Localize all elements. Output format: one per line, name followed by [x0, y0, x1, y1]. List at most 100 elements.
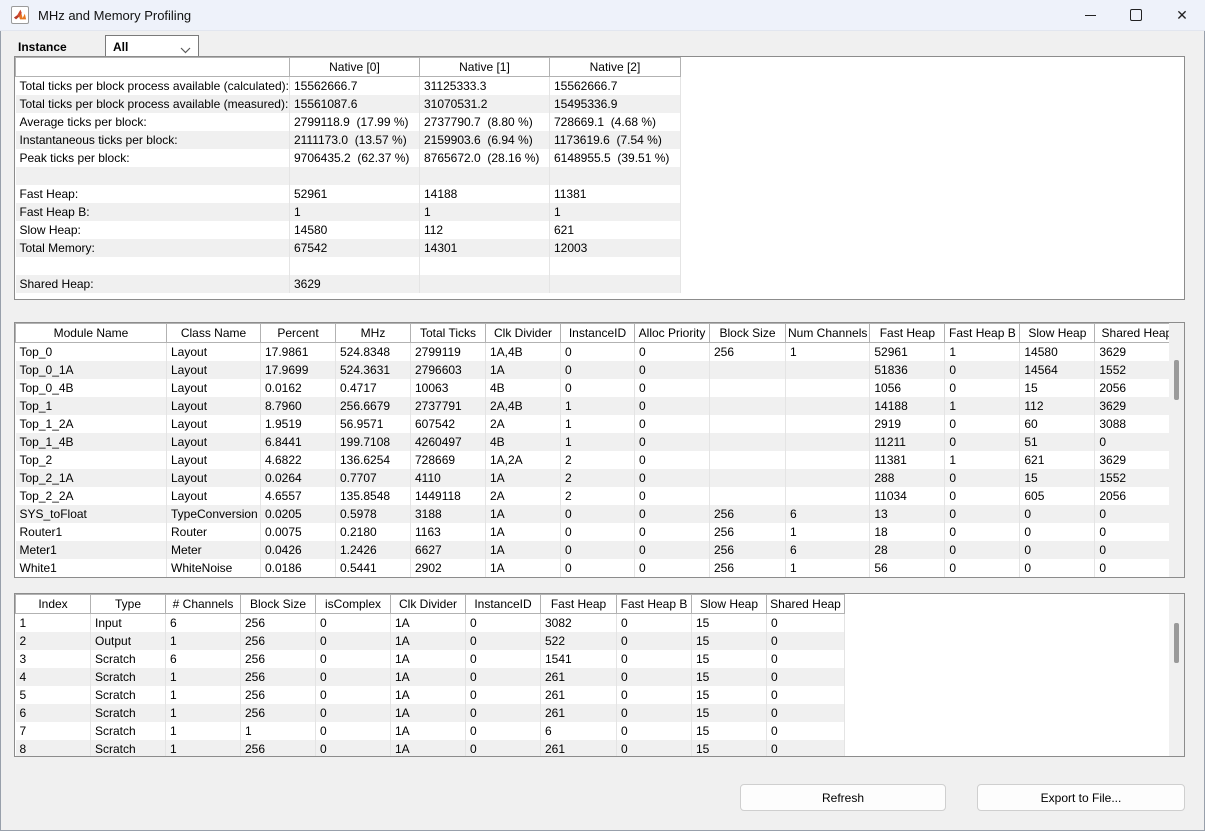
- cell[interactable]: 3082: [541, 614, 617, 632]
- cell[interactable]: [786, 361, 870, 379]
- cell[interactable]: 256: [241, 740, 316, 758]
- cell[interactable]: 0: [945, 415, 1020, 433]
- cell[interactable]: 4.6557: [261, 487, 336, 505]
- cell[interactable]: 112: [419, 221, 549, 239]
- cell[interactable]: [786, 397, 870, 415]
- cell[interactable]: 0: [316, 668, 391, 686]
- cell[interactable]: 13: [870, 505, 945, 523]
- cell[interactable]: 1A: [486, 505, 561, 523]
- cell[interactable]: 0.0426: [261, 541, 336, 559]
- cell[interactable]: 1: [561, 433, 635, 451]
- cell[interactable]: 0: [767, 722, 845, 740]
- cell[interactable]: 2A: [486, 487, 561, 505]
- cell[interactable]: 261: [541, 668, 617, 686]
- cell[interactable]: 15: [692, 722, 767, 740]
- cell[interactable]: 5: [16, 686, 91, 704]
- cell[interactable]: Input: [91, 614, 166, 632]
- cell[interactable]: 1552: [1095, 361, 1179, 379]
- cell[interactable]: 11381: [870, 451, 945, 469]
- cell[interactable]: [710, 397, 786, 415]
- cell[interactable]: 0: [945, 523, 1020, 541]
- cell[interactable]: 256: [710, 541, 786, 559]
- cell[interactable]: Top_0_4B: [16, 379, 167, 397]
- scrollbar-thumb[interactable]: [1174, 360, 1179, 400]
- cell[interactable]: 0: [635, 415, 710, 433]
- cell[interactable]: 4260497: [411, 433, 486, 451]
- cell[interactable]: 6.8441: [261, 433, 336, 451]
- cell[interactable]: 0: [617, 632, 692, 650]
- cell[interactable]: 0: [635, 523, 710, 541]
- cell[interactable]: Scratch: [91, 740, 166, 758]
- cell[interactable]: 6: [786, 541, 870, 559]
- cell[interactable]: 1449118: [411, 487, 486, 505]
- cell[interactable]: Total Memory:: [16, 239, 290, 257]
- cell[interactable]: 31125333.3: [419, 77, 549, 95]
- minimize-button[interactable]: [1067, 0, 1113, 30]
- cell[interactable]: [710, 379, 786, 397]
- cell[interactable]: Output: [91, 632, 166, 650]
- cell[interactable]: 2796603: [411, 361, 486, 379]
- cell[interactable]: Meter: [167, 541, 261, 559]
- cell[interactable]: 2056: [1095, 379, 1179, 397]
- cell[interactable]: 2: [561, 469, 635, 487]
- cell[interactable]: 6: [541, 722, 617, 740]
- instance-select[interactable]: All: [105, 35, 199, 58]
- cell[interactable]: Fast Heap:: [16, 185, 290, 203]
- cell[interactable]: 1A: [391, 668, 466, 686]
- cell[interactable]: 0.4717: [336, 379, 411, 397]
- cell[interactable]: 56.9571: [336, 415, 411, 433]
- cell[interactable]: 60: [1020, 415, 1095, 433]
- cell[interactable]: [289, 167, 419, 185]
- cell[interactable]: 0.7707: [336, 469, 411, 487]
- cell[interactable]: 0: [1095, 505, 1179, 523]
- cell[interactable]: 8765672.0 (28.16 %): [419, 149, 549, 167]
- cell[interactable]: 1A: [391, 650, 466, 668]
- cell[interactable]: 1: [166, 668, 241, 686]
- cell[interactable]: 4B: [486, 433, 561, 451]
- cell[interactable]: [710, 361, 786, 379]
- cell[interactable]: 0: [1020, 541, 1095, 559]
- cell[interactable]: 0: [767, 650, 845, 668]
- cell[interactable]: [419, 257, 549, 275]
- cell[interactable]: 1: [419, 203, 549, 221]
- cell[interactable]: 18: [870, 523, 945, 541]
- cell[interactable]: 1163: [411, 523, 486, 541]
- cell[interactable]: 0: [617, 614, 692, 632]
- cell[interactable]: 0: [767, 668, 845, 686]
- cell[interactable]: [549, 275, 680, 293]
- cell[interactable]: 4110: [411, 469, 486, 487]
- cell[interactable]: 0: [617, 740, 692, 758]
- cell[interactable]: 0: [316, 650, 391, 668]
- cell[interactable]: 15: [692, 686, 767, 704]
- cell[interactable]: 256: [710, 559, 786, 577]
- cell[interactable]: 261: [541, 740, 617, 758]
- cell[interactable]: Top_1_4B: [16, 433, 167, 451]
- cell[interactable]: Top_1_2A: [16, 415, 167, 433]
- cell[interactable]: 15: [692, 668, 767, 686]
- cell[interactable]: 1A: [391, 740, 466, 758]
- cell[interactable]: 1: [166, 740, 241, 758]
- cell[interactable]: 0: [561, 379, 635, 397]
- cell[interactable]: 11381: [549, 185, 680, 203]
- cell[interactable]: 0: [635, 487, 710, 505]
- cell[interactable]: 2919: [870, 415, 945, 433]
- cell[interactable]: 52961: [870, 343, 945, 361]
- cell[interactable]: 67542: [289, 239, 419, 257]
- cell[interactable]: 1552: [1095, 469, 1179, 487]
- cell[interactable]: 1056: [870, 379, 945, 397]
- maximize-button[interactable]: [1113, 0, 1159, 30]
- cell[interactable]: [786, 379, 870, 397]
- cell[interactable]: 15495336.9: [549, 95, 680, 113]
- cell[interactable]: 524.3631: [336, 361, 411, 379]
- cell[interactable]: 1: [166, 686, 241, 704]
- cell[interactable]: 0.0075: [261, 523, 336, 541]
- cell[interactable]: 1: [561, 397, 635, 415]
- cell[interactable]: Slow Heap:: [16, 221, 290, 239]
- cell[interactable]: 6148955.5 (39.51 %): [549, 149, 680, 167]
- cell[interactable]: 1: [945, 343, 1020, 361]
- cell[interactable]: 621: [549, 221, 680, 239]
- cell[interactable]: 14301: [419, 239, 549, 257]
- cell[interactable]: [710, 451, 786, 469]
- cell[interactable]: [786, 451, 870, 469]
- cell[interactable]: 0: [316, 722, 391, 740]
